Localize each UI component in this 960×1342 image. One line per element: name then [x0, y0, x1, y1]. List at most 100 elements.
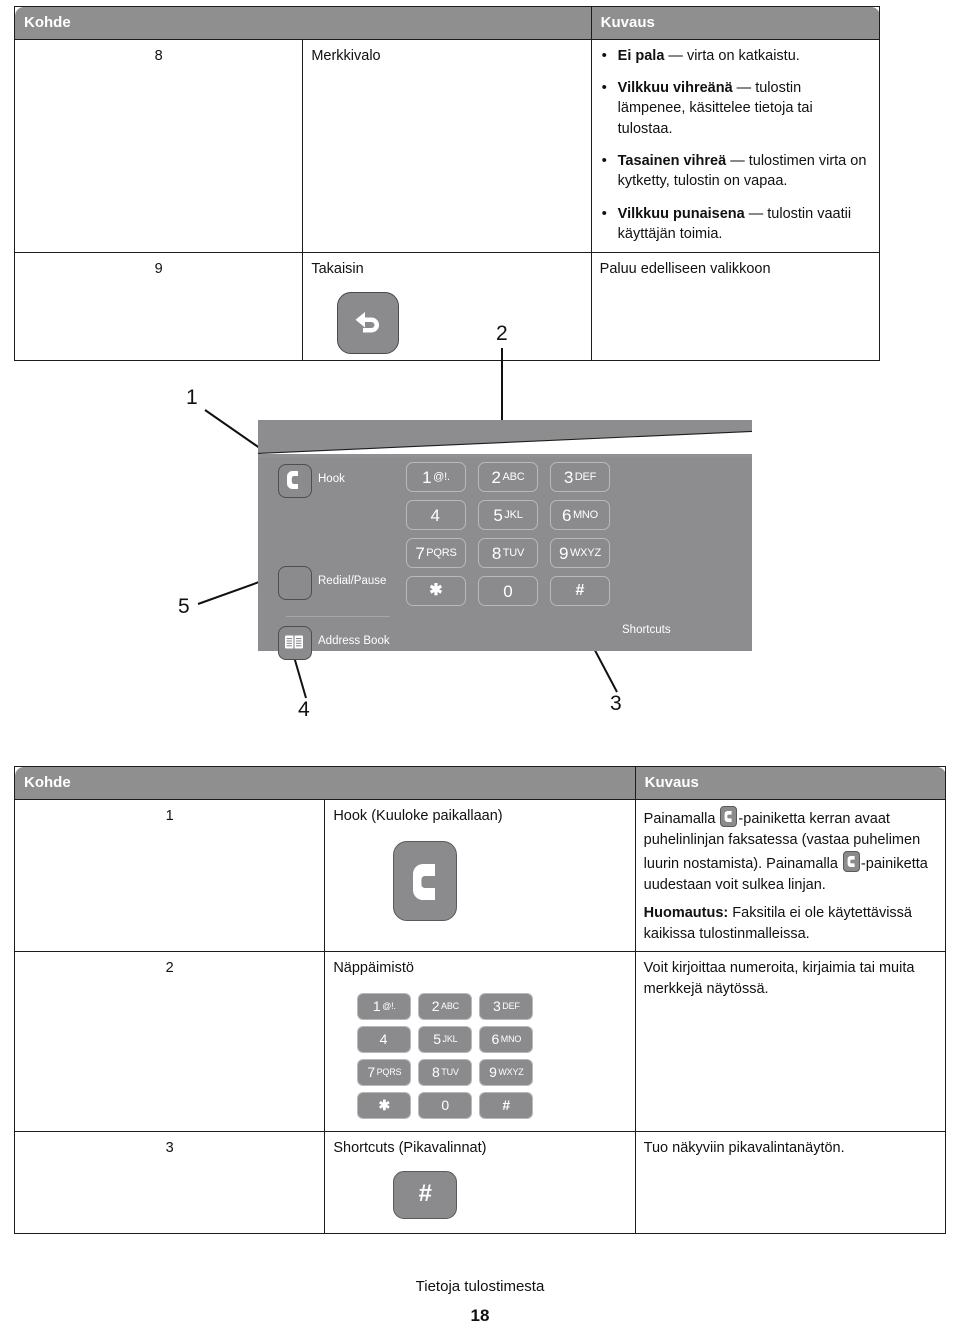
phone-handset-icon — [842, 850, 860, 872]
key-8: 8 TUV — [418, 1058, 473, 1086]
list-item: Ei pala — virta on katkaistu. — [600, 45, 871, 66]
header-kohde: Kohde — [14, 766, 636, 800]
key-digit: 8 — [431, 1064, 440, 1081]
hook-button[interactable] — [278, 464, 312, 498]
redial-pause-button[interactable] — [278, 566, 312, 600]
row-description: Painamalla -painiketta kerran avaat puhe… — [634, 798, 947, 952]
key-digit: 5 — [433, 1031, 442, 1048]
key-digit: 2 — [491, 467, 501, 487]
key-digit: # — [575, 582, 585, 599]
shortcuts-label: Shortcuts — [622, 624, 671, 636]
key-digit: 0 — [503, 581, 513, 601]
key-4[interactable]: 4 — [406, 500, 466, 530]
key-5[interactable]: 5 JKL — [478, 500, 538, 530]
key-digit: ✱ — [429, 582, 443, 599]
key-letters: ABC — [441, 1000, 459, 1011]
bullet-bold: Tasainen vihreä — [617, 152, 727, 169]
key-digit: 9 — [559, 543, 569, 563]
row-name: Shortcuts (Pikavalinnat) — [333, 1139, 487, 1156]
key-digit: 6 — [491, 1031, 500, 1048]
row-number: 8 — [13, 38, 304, 254]
key-hash-shortcuts[interactable]: # — [550, 576, 610, 606]
panel-section-divider — [286, 616, 390, 617]
key-letters: TUV — [441, 1066, 459, 1077]
key-digit: 3 — [492, 998, 501, 1015]
key-3[interactable]: 3 DEF — [550, 462, 610, 492]
description-paragraph: Painamalla -painiketta kerran avaat puhe… — [644, 805, 937, 896]
key-letters: JKL — [442, 1033, 458, 1044]
row-description: Voit kirjoittaa numeroita, kirjaimia tai… — [634, 950, 947, 1132]
list-item: Tasainen vihreä — tulostimen virta on ky… — [600, 150, 871, 192]
table-row: 3 Shortcuts (Pikavalinnat) # Tuo näkyvii… — [13, 1130, 947, 1234]
callout-2: 2 — [496, 322, 508, 345]
hash-icon: # — [418, 1180, 432, 1208]
keypad-row: 4 5 JKL 6 MNO — [357, 1025, 626, 1053]
callout-4: 4 — [298, 698, 310, 721]
row-name: Näppäimistö — [333, 959, 414, 976]
header-kohde: Kohde — [14, 6, 592, 40]
key-letters: PQRS — [376, 1066, 402, 1077]
key-7[interactable]: 7 PQRS — [406, 538, 466, 568]
phone-handset-icon — [413, 863, 436, 900]
key-digit: 3 — [563, 467, 574, 487]
printer-control-panel: Hook Redial/Pause Address Book 1 @!. 2 A… — [258, 420, 752, 660]
key-digit: 7 — [415, 543, 425, 563]
address-book-button[interactable] — [278, 626, 312, 660]
row-number: 2 — [13, 950, 326, 1132]
key-letters: DEF — [502, 1000, 520, 1011]
table-header-row: Kohde Kuvaus — [14, 766, 947, 800]
key-6: 6 MNO — [479, 1025, 534, 1053]
phone-handset-icon — [287, 471, 298, 489]
key-digit: 0 — [441, 1097, 450, 1114]
key-0: 0 — [418, 1091, 473, 1119]
header-kuvaus: Kuvaus — [634, 766, 947, 800]
hook-button-illustration — [393, 840, 458, 921]
key-digit: 4 — [379, 1031, 388, 1048]
list-item: Vilkkuu vihreänä — tulostin lämpenee, kä… — [600, 77, 871, 139]
hash-key-illustration: # — [393, 1170, 458, 1219]
key-1[interactable]: 1 @!. — [406, 462, 466, 492]
bullet-rest: — virta on katkaistu. — [664, 47, 800, 64]
list-item: Vilkkuu punaisena — tulostin vaatii käyt… — [600, 203, 871, 245]
key-star: ✱ — [357, 1091, 412, 1119]
key-8[interactable]: 8 TUV — [478, 538, 538, 568]
header-kuvaus: Kuvaus — [590, 6, 881, 40]
key-1: 1 @!. — [357, 992, 412, 1020]
callout-1: 1 — [186, 386, 198, 409]
key-9[interactable]: 9 WXYZ — [550, 538, 610, 568]
key-letters: TUV — [502, 546, 525, 559]
key-hash: # — [479, 1091, 534, 1119]
key-0[interactable]: 0 — [478, 576, 538, 606]
row-name: Hook (Kuuloke paikallaan) — [333, 807, 503, 824]
phone-handset-icon — [720, 805, 738, 827]
row-name-with-icon: Hook (Kuuloke paikallaan) — [324, 798, 636, 952]
address-book-label: Address Book — [318, 635, 390, 647]
row-description: Ei pala — virta on katkaistu. Vilkkuu vi… — [590, 38, 881, 254]
key-2: 2 ABC — [418, 992, 473, 1020]
key-letters: PQRS — [426, 546, 457, 559]
table-row: 2 Näppäimistö 1 @!. 2 ABC 3 DEF 4 5 JKL 6 MNO — [13, 950, 947, 1132]
key-2[interactable]: 2 ABC — [478, 462, 538, 492]
bullet-bold: Vilkkuu punaisena — [617, 205, 745, 222]
callout-3: 3 — [610, 692, 622, 715]
key-letters: MNO — [500, 1033, 522, 1044]
key-letters: JKL — [504, 508, 523, 521]
key-6[interactable]: 6 MNO — [550, 500, 610, 530]
keypad-row: 7 PQRS 8 TUV 9 WXYZ — [357, 1058, 626, 1086]
row-number: 3 — [13, 1130, 326, 1234]
keypad-row: 4 5 JKL 6 MNO — [406, 500, 610, 530]
row-description: Tuo näkyviin pikavalintanäytön. — [634, 1130, 947, 1234]
address-book-icon — [285, 635, 303, 649]
callout-5: 5 — [178, 595, 190, 618]
keypad-row: ✱ 0 # — [406, 576, 610, 606]
hook-label: Hook — [318, 473, 345, 485]
row-name-with-icon: Shortcuts (Pikavalinnat) # — [324, 1130, 636, 1234]
control-panel-diagram: 2 1 5 4 3 Hook Redial/Pause Address Book… — [0, 300, 960, 770]
row-name: Takaisin — [311, 261, 364, 278]
key-letters: ABC — [502, 470, 525, 483]
key-digit: 1 — [422, 467, 432, 487]
keypad-row: 1 @!. 2 ABC 3 DEF — [406, 462, 610, 492]
key-digit: 7 — [367, 1064, 376, 1081]
key-star[interactable]: ✱ — [406, 576, 466, 606]
key-digit: ✱ — [378, 1097, 391, 1114]
